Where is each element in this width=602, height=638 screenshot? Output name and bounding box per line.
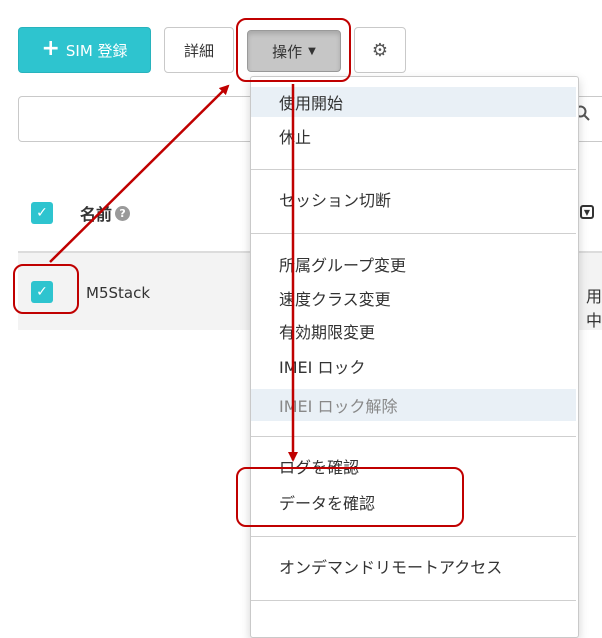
arrow-checkbox-to-operations — [49, 84, 230, 263]
annotation-arrows — [49, 84, 298, 462]
